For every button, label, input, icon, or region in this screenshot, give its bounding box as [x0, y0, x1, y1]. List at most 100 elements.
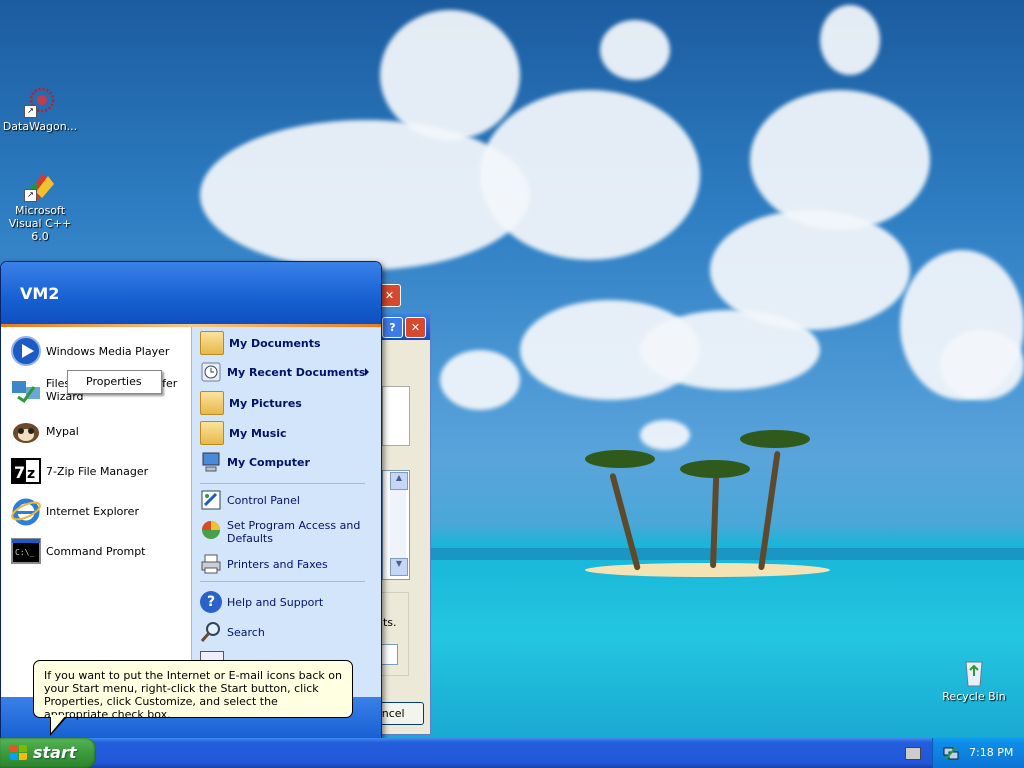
datawagon-icon: ↗ [24, 86, 56, 118]
shortcut-arrow-icon: ↗ [24, 105, 37, 118]
scroll-up-button[interactable]: ▲ [390, 472, 408, 490]
cloud [600, 20, 670, 80]
media-player-icon [10, 335, 42, 367]
balloon-text: If you want to put the Internet or E-mai… [44, 669, 342, 721]
place-label: My Recent Documents [227, 365, 366, 379]
desktop-icon-label: Microsoft Visual C++ 6.0 [8, 204, 72, 243]
cloud [820, 5, 880, 75]
places-panel: My Documents My Recent Documents My Pict… [191, 327, 381, 697]
search[interactable]: Search [200, 621, 265, 643]
desktop-icon-datawagon[interactable]: ↗ DataWagon... [0, 86, 80, 133]
setting-program-access[interactable]: Set Program Access and Defaults [200, 519, 360, 545]
place-my-documents[interactable]: My Documents [200, 331, 321, 355]
place-label: My Computer [227, 455, 310, 469]
folder-icon [200, 331, 224, 355]
setting-label: Printers and Faxes [227, 557, 328, 571]
program-access-icon [200, 519, 222, 541]
close-button[interactable]: ✕ [405, 317, 426, 338]
computer-icon [200, 451, 222, 473]
desktop-icon-visual-cpp[interactable]: ↗ Microsoft Visual C++ 6.0 [0, 170, 80, 243]
start-button[interactable]: start [0, 738, 96, 768]
transfer-wizard-icon [10, 373, 42, 405]
music-folder-icon [200, 421, 224, 445]
help-and-support[interactable]: ? Help and Support [200, 591, 323, 613]
palm-fronds [740, 430, 810, 448]
desktop-icon-label: DataWagon... [2, 120, 78, 133]
place-my-pictures[interactable]: My Pictures [200, 391, 302, 415]
keyboard-icon[interactable] [905, 747, 921, 760]
start-menu-header: VM2 [1, 262, 381, 324]
cloud [480, 90, 700, 260]
separator [200, 581, 365, 582]
cloud [640, 420, 690, 450]
visual-studio-icon: ↗ [24, 170, 56, 202]
setting-printers-faxes[interactable]: Printers and Faxes [200, 553, 328, 575]
pinned-item-label: Command Prompt [46, 544, 146, 558]
search-label: Search [227, 625, 265, 639]
sand-island [585, 563, 830, 577]
help-label: Help and Support [227, 595, 324, 609]
separator [200, 483, 365, 484]
balloon-tail-fill [51, 715, 66, 733]
cloud [750, 90, 930, 230]
setting-control-panel[interactable]: Control Panel [200, 489, 300, 511]
help-icon: ? [200, 591, 222, 613]
pinned-item-internet-explorer[interactable]: Internet Explorer [10, 495, 139, 527]
run-icon-partial [200, 651, 224, 660]
pinned-item-windows-media-player[interactable]: Windows Media Player [10, 335, 169, 367]
pinned-item-label: Windows Media Player [46, 344, 170, 358]
svg-text:7: 7 [14, 463, 25, 482]
7zip-icon: 7z [10, 455, 42, 487]
windows-logo-icon [10, 745, 28, 761]
desktop-icon-recycle-bin[interactable]: Recycle Bin [934, 656, 1014, 703]
context-menu[interactable]: Properties [67, 370, 162, 394]
pinned-item-mypal[interactable]: Mypal [10, 415, 79, 447]
pinned-item-command-prompt[interactable]: C:\_ Command Prompt [10, 535, 146, 567]
menu-item-properties[interactable]: Properties [86, 375, 142, 388]
scroll-down-button[interactable]: ▼ [390, 558, 408, 576]
mypal-icon [10, 415, 42, 447]
internet-explorer-icon [10, 495, 42, 527]
dialog-panel [382, 386, 410, 446]
setting-label: Control Panel [227, 493, 300, 507]
system-tray: 7:18 PM [932, 738, 1024, 768]
cloud [640, 310, 820, 390]
cloud [940, 330, 1024, 400]
recycle-bin-icon [958, 656, 990, 688]
pinned-item-7zip[interactable]: 7z 7-Zip File Manager [10, 455, 148, 487]
place-label: My Documents [229, 336, 321, 350]
label-end: fer [162, 377, 178, 390]
pinned-item-label: Mypal [46, 424, 79, 438]
scrollbar[interactable]: ▲ ▼ [390, 472, 408, 576]
svg-text:z: z [27, 466, 35, 482]
cloud [200, 120, 530, 270]
recent-documents-icon [200, 361, 222, 383]
cloud [440, 350, 520, 410]
palm-fronds [585, 450, 655, 468]
command-prompt-icon: C:\_ [10, 535, 42, 567]
palm-fronds [680, 460, 750, 478]
place-label: My Pictures [229, 396, 302, 410]
balloon-tooltip[interactable]: If you want to put the Internet or E-mai… [33, 660, 353, 721]
svg-text:C:\_: C:\_ [15, 548, 34, 557]
pinned-item-label: Internet Explorer [46, 504, 139, 518]
setting-label-line2: Defaults [227, 532, 273, 545]
submenu-arrow-icon [365, 368, 369, 376]
desktop-icon-label: Recycle Bin [942, 690, 1006, 703]
place-my-recent-documents[interactable]: My Recent Documents [200, 361, 365, 383]
taskbar[interactable]: start 7:18 PM [0, 738, 1024, 768]
control-panel-icon [200, 489, 222, 511]
network-icon[interactable] [943, 745, 959, 761]
help-button[interactable]: ? [382, 317, 403, 338]
dialog-input-fragment[interactable] [380, 644, 398, 665]
place-my-computer[interactable]: My Computer [200, 451, 310, 473]
setting-label-line1: Set Program Access and [227, 519, 361, 532]
background-dialog[interactable]: ? ✕ ▲ ▼ nts. ancel [372, 313, 431, 735]
shortcut-arrow-icon: ↗ [24, 189, 37, 202]
pinned-item-label: 7-Zip File Manager [46, 464, 149, 478]
cloud [380, 10, 520, 140]
start-label: start [33, 743, 77, 762]
clock[interactable]: 7:18 PM [969, 746, 1013, 759]
place-my-music[interactable]: My Music [200, 421, 287, 445]
printer-icon [200, 553, 222, 575]
